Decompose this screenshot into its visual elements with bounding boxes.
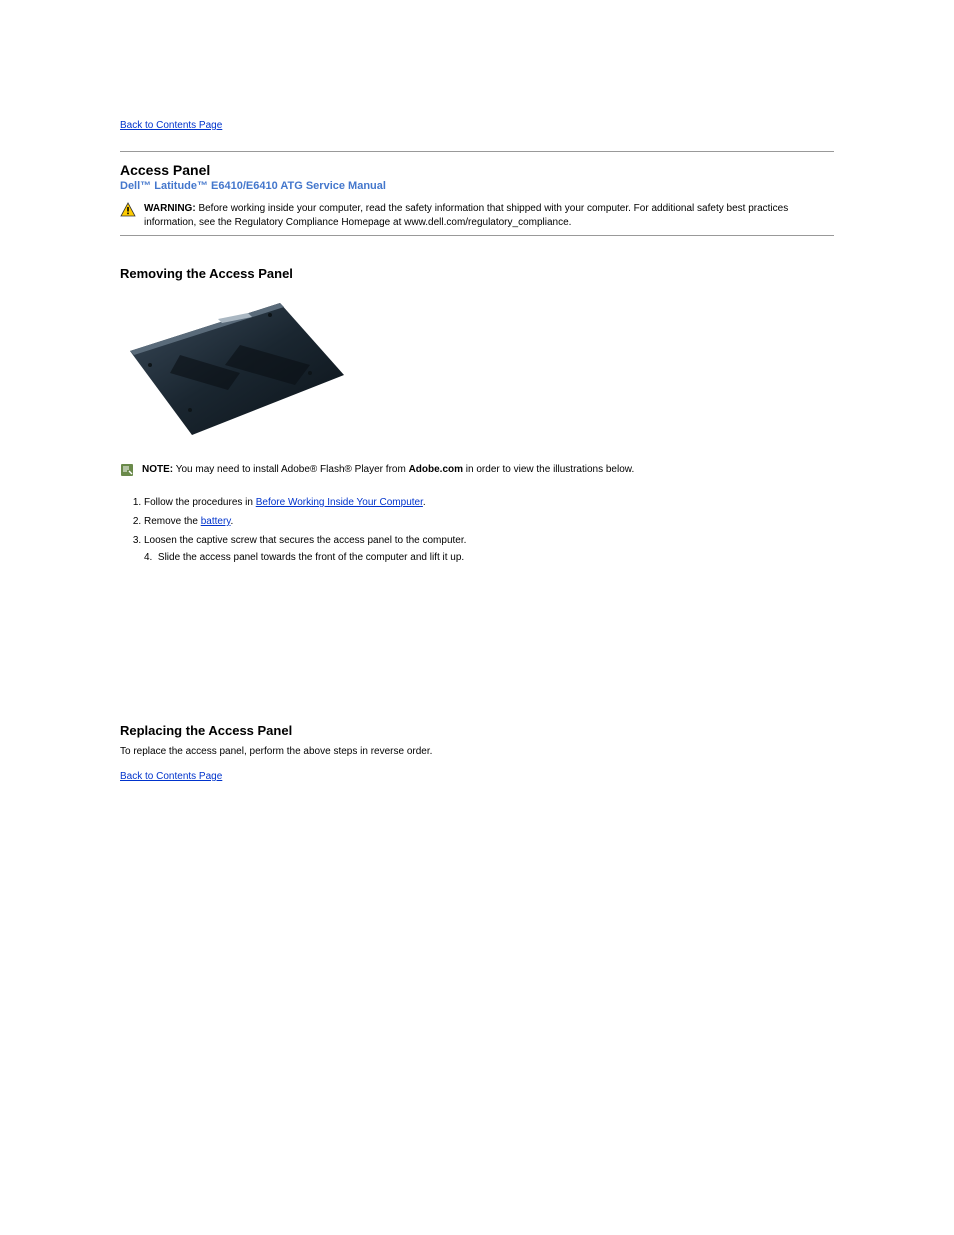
replace-heading: Replacing the Access Panel [120,723,834,738]
manual-title: Dell™ Latitude™ E6410/E6410 ATG Service … [120,180,834,192]
note-body-2: Flash [317,464,344,475]
note-body-4: in order to view the illustrations below… [463,464,634,475]
note-body-3: Player from [352,464,409,475]
remove-heading: Removing the Access Panel [120,266,834,281]
step-2-pre: Remove the [144,516,201,527]
adobe-link-text: Adobe.com [409,464,463,475]
step-1: Follow the procedures in Before Working … [144,495,834,510]
replace-text: To replace the access panel, perform the… [120,746,834,757]
note-label: NOTE: [142,464,173,475]
product-image [120,295,346,445]
step-4: 4. Slide the access panel towards the fr… [120,552,834,563]
battery-link[interactable]: battery [201,516,231,527]
registered-mark-2: ® [345,464,352,475]
back-to-contents-top-link[interactable]: Back to Contents Page [120,120,222,131]
warning-label: WARNING: [144,203,196,214]
steps-list: Follow the procedures in Before Working … [120,495,834,548]
step-4-text: Slide the access panel towards the front… [158,552,464,563]
note-text: NOTE: You may need to install Adobe ® Fla… [142,463,634,477]
warning-text: WARNING: Before working inside your comp… [144,202,834,229]
step-3: Loosen the captive screw that secures th… [144,533,834,548]
note-icon [120,463,134,477]
step-2: Remove the battery. [144,514,834,529]
back-to-contents-bottom-link[interactable]: Back to Contents Page [120,771,222,782]
step-2-post: . [231,516,234,527]
page-title: Access Panel [120,162,834,178]
warning-icon [120,202,136,218]
step-1-pre: Follow the procedures in [144,497,256,508]
divider [120,151,834,152]
warning-body: Before working inside your computer, rea… [144,203,788,228]
before-working-link[interactable]: Before Working Inside Your Computer [256,497,423,508]
step-1-post: . [423,497,426,508]
note-body-1: You may need to install Adobe [176,464,310,475]
